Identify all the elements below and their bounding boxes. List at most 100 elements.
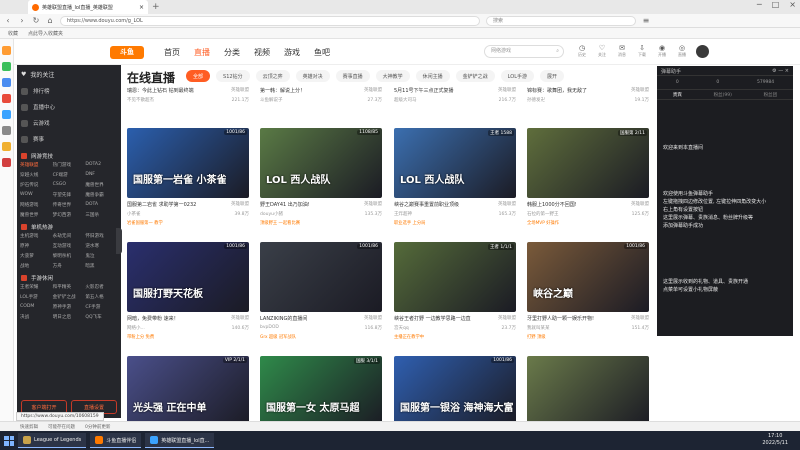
- close-window-icon[interactable]: ×: [789, 0, 796, 9]
- stream-title[interactable]: 国服第二岩雀 求助学第一0232: [127, 201, 196, 208]
- stream-thumbnail[interactable]: 王者 1/1/1: [394, 242, 516, 312]
- status-item[interactable]: 快速剪辑: [20, 424, 38, 430]
- category-link[interactable]: 热门游戏: [53, 162, 86, 168]
- filter-chip[interactable]: 全部: [186, 70, 211, 82]
- stream-card[interactable]: 国服第 2/11 韩服上1000分不回国! 英雄联盟 石拉的第一野王 125.6万 全场M…: [527, 128, 649, 226]
- history-icon[interactable]: ◷ 历史: [576, 44, 588, 58]
- category-link[interactable]: 穿越火线: [20, 172, 53, 178]
- category-link[interactable]: LOL手游: [20, 294, 53, 300]
- stream-card[interactable]: 1001/86 国服第一岩雀 小茶雀 国服第二岩雀 求助学第一0232 英雄联盟 小茶雀…: [127, 128, 249, 226]
- browser-search-input[interactable]: 搜索: [486, 15, 636, 26]
- bookmark-item[interactable]: 收藏: [8, 30, 18, 37]
- category-link[interactable]: DNF: [85, 172, 118, 178]
- sidebar-item-rank[interactable]: 排行榜: [17, 83, 121, 99]
- stream-thumbnail[interactable]: 1001/86 国服第一银浴 海神海大富: [394, 356, 516, 426]
- streamer-name[interactable]: 小茶雀: [127, 211, 141, 217]
- category-link[interactable]: 魔兽世界: [20, 212, 53, 218]
- streamer-name[interactable]: 我就叫某某: [527, 325, 550, 331]
- download-icon[interactable]: ⇩ 下载: [636, 44, 648, 58]
- stream-title[interactable]: LANZIKING的直播间: [260, 315, 307, 322]
- nav-home[interactable]: 首页: [164, 47, 180, 58]
- category-link[interactable]: 王者荣耀: [20, 284, 53, 290]
- taskbar-clock[interactable]: 17:10 2022/5/11: [762, 433, 788, 447]
- filter-chip[interactable]: LOL手游: [500, 70, 534, 82]
- tab-vip[interactable]: 贵宾: [673, 92, 682, 98]
- category-link[interactable]: CODM: [20, 304, 53, 310]
- nav-category[interactable]: 分类: [224, 47, 240, 58]
- stream-card[interactable]: 瑞恩：今此上钻石 钻到最终端 英雄联盟 不见不散超杰 221.1万: [127, 84, 249, 103]
- nav-video[interactable]: 视频: [254, 47, 270, 58]
- app-icon[interactable]: [2, 126, 11, 135]
- category-link[interactable]: 炉石传说: [20, 182, 53, 188]
- nav-yuba[interactable]: 鱼吧: [314, 47, 330, 58]
- stream-card[interactable]: 1001/86 LANZIKING的直播间 英雄联盟 bvpDOD 116.8万 Grx …: [260, 242, 382, 340]
- category-link[interactable]: 梦幻西游: [53, 212, 86, 218]
- category-link[interactable]: 三国杀: [85, 212, 118, 218]
- broadcast-icon[interactable]: ◉ 开播: [656, 44, 668, 58]
- category-link[interactable]: 暗黑: [85, 263, 118, 269]
- category-link[interactable]: 明日之后: [53, 314, 86, 320]
- stream-card[interactable]: 第一韩：解说上分！ 英雄联盟 斗鱼解说子 27.3万: [260, 84, 382, 103]
- stream-thumbnail[interactable]: 1001/86 国服第一岩雀 小茶雀: [127, 128, 249, 198]
- category-link[interactable]: 鬼泣: [85, 253, 118, 259]
- stream-card[interactable]: 1108/85 LOL 西人战队 野王DAY41 出乃加油! 英雄联盟 douyu小猪 1…: [260, 128, 382, 226]
- category-link[interactable]: DOTA2: [85, 162, 118, 168]
- app-icon[interactable]: [2, 62, 11, 71]
- browser-tab[interactable]: 英雄联盟直播_lol直播_英雄联盟 ×: [28, 0, 148, 14]
- nav-game[interactable]: 游戏: [284, 47, 300, 58]
- category-link[interactable]: 传奇世界: [53, 202, 86, 208]
- filter-chip[interactable]: 金铲铲之战: [455, 70, 495, 82]
- sidebar-item-cloud[interactable]: 云游戏: [17, 115, 121, 131]
- streamer-name[interactable]: douyu小猪: [260, 211, 283, 217]
- app-icon[interactable]: [2, 142, 11, 151]
- close-tab-icon[interactable]: ×: [139, 4, 144, 11]
- category-link[interactable]: 黎明杀机: [53, 253, 86, 259]
- category-link[interactable]: 金铲铲之战: [53, 294, 86, 300]
- taskbar-item-browser[interactable]: 英雄联盟直播_lol直...: [145, 433, 215, 448]
- stream-title[interactable]: 峡谷王者打野 一边教学思路一边直: [394, 315, 471, 322]
- filter-chip[interactable]: 赛事直播: [335, 70, 370, 82]
- sidebar-collapse-handle[interactable]: [116, 228, 122, 254]
- search-icon[interactable]: ⌕: [556, 46, 559, 57]
- nav-live[interactable]: 直播: [194, 47, 210, 58]
- category-link[interactable]: 第五人格: [85, 294, 118, 300]
- stream-thumbnail[interactable]: 1001/86 峡谷之巅: [527, 242, 649, 312]
- category-link[interactable]: CF手游: [85, 304, 118, 310]
- stream-title[interactable]: 峡谷之巅赛事重置前职业顶级: [394, 201, 459, 208]
- app-icon[interactable]: [2, 110, 11, 119]
- category-link[interactable]: WOW: [20, 192, 53, 198]
- app-icon[interactable]: [2, 94, 11, 103]
- filter-chip[interactable]: 云顶之弈: [255, 70, 290, 82]
- message-icon[interactable]: ✉ 消息: [616, 44, 628, 58]
- category-link[interactable]: CF端游: [53, 172, 86, 178]
- category-link[interactable]: 主机游戏: [20, 233, 53, 239]
- category-link[interactable]: 战地: [20, 263, 53, 269]
- category-link[interactable]: DOTA: [85, 202, 118, 208]
- category-link[interactable]: 和平精英: [53, 284, 86, 290]
- filter-chip[interactable]: 大神教学: [375, 70, 410, 82]
- forward-icon[interactable]: ›: [18, 16, 26, 25]
- sidebar-item-esports[interactable]: 赛事: [17, 131, 121, 147]
- category-link[interactable]: 网络游戏: [20, 202, 53, 208]
- expand-filters-button[interactable]: 展开: [540, 70, 565, 82]
- follow-icon[interactable]: ♡ 关注: [596, 44, 608, 58]
- new-tab-icon[interactable]: +: [152, 2, 160, 12]
- category-link[interactable]: 魔兽世界: [85, 182, 118, 188]
- stream-title[interactable]: 网暗，免费带粉 速来！: [127, 315, 179, 322]
- category-link[interactable]: 方舟: [53, 263, 86, 269]
- stream-title[interactable]: 牙里打野人助一颗一娱乐开物!: [527, 315, 594, 322]
- category-link[interactable]: QQ飞车: [85, 314, 118, 320]
- stream-thumbnail[interactable]: 王者 1588 LOL 西人战队: [394, 128, 516, 198]
- filter-chip[interactable]: 休闲主播: [415, 70, 450, 82]
- sidebar-item-center[interactable]: 直播中心: [17, 99, 121, 115]
- site-search-input[interactable]: 网络游戏 ⌕: [484, 45, 564, 58]
- stream-thumbnail[interactable]: [527, 356, 649, 426]
- windows-start-icon[interactable]: [4, 435, 14, 446]
- category-link[interactable]: 大菠萝: [20, 253, 53, 259]
- stream-thumbnail[interactable]: 国服第 2/11: [527, 128, 649, 198]
- stream-card[interactable]: 1001/86 峡谷之巅 牙里打野人助一颗一娱乐开物! 英雄联盟 我就叫某某 151.4万…: [527, 242, 649, 340]
- stream-card[interactable]: 王者 1588 LOL 西人战队 峡谷之巅赛事重置前职业顶级 英雄联盟 王炸超神 165.…: [394, 128, 516, 226]
- category-link[interactable]: 怀旧游戏: [85, 233, 118, 239]
- app-icon[interactable]: [2, 78, 11, 87]
- avatar[interactable]: [696, 45, 709, 58]
